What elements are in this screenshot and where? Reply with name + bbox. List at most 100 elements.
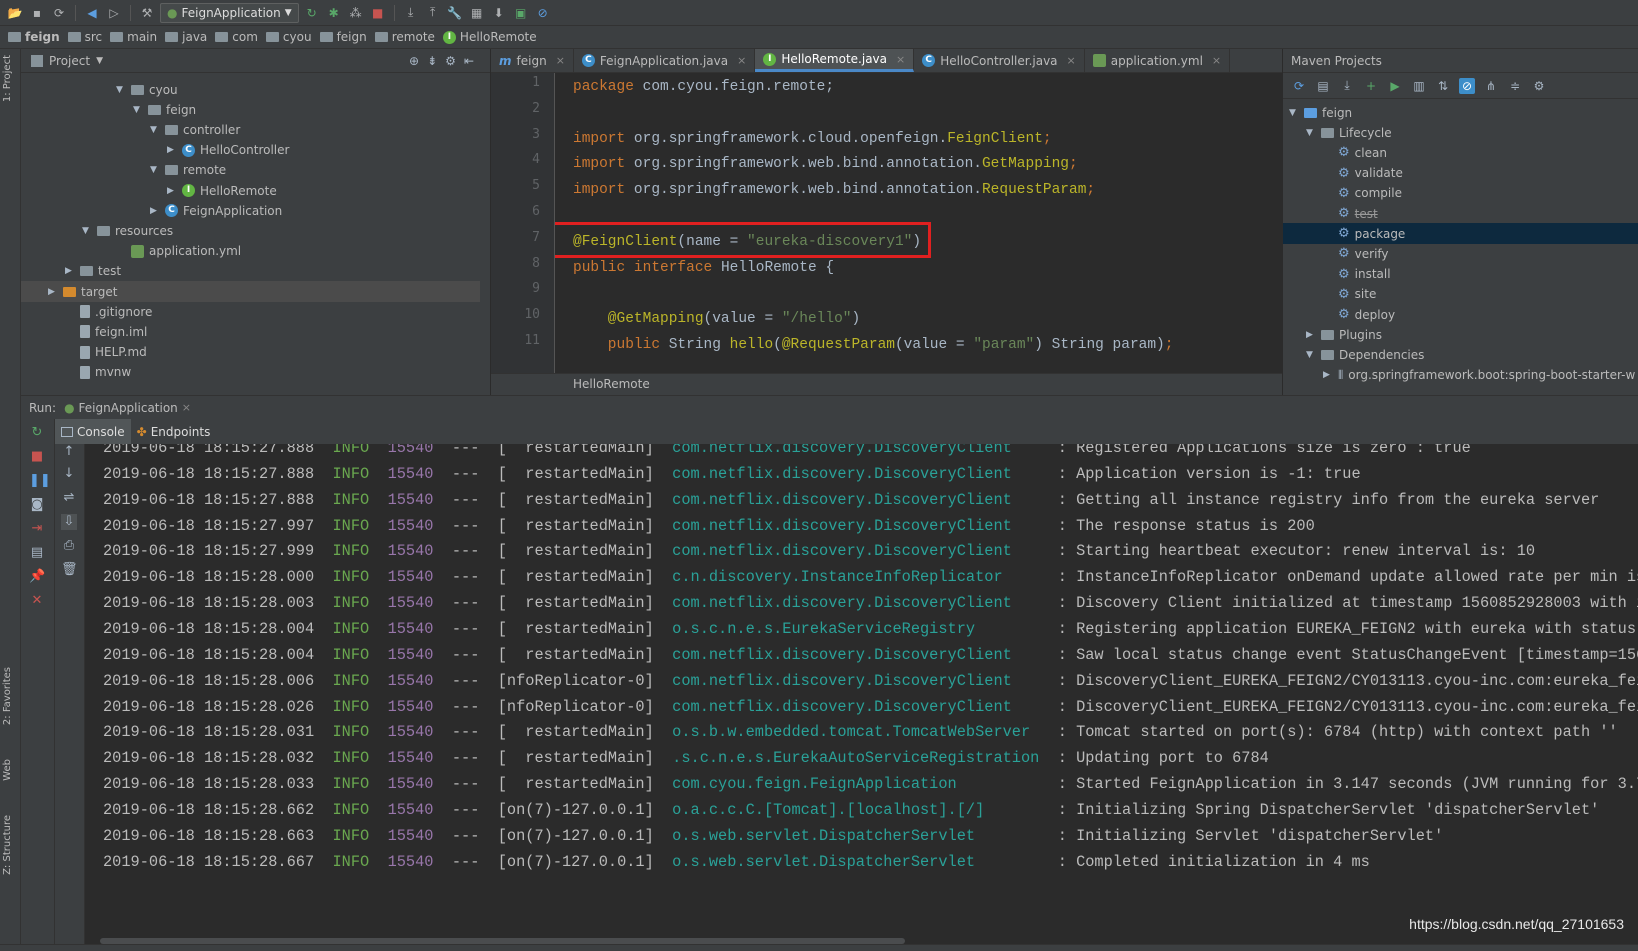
- close-icon[interactable]: ×: [1212, 54, 1221, 67]
- maven-tree-item[interactable]: ▶ ⦀ org.springframework.boot:spring-boot-s…: [1283, 365, 1635, 386]
- expanded-arrow-icon[interactable]: ▼: [133, 105, 143, 115]
- tree-item[interactable]: ▼ resources: [21, 220, 173, 241]
- breadcrumb-item[interactable]: main: [110, 30, 157, 44]
- tree-item[interactable]: feign.iml: [21, 321, 147, 342]
- web-tool-tab[interactable]: Web: [2, 759, 13, 781]
- toggle-offline-icon[interactable]: ⇅: [1435, 78, 1451, 94]
- collapsed-arrow-icon[interactable]: ▶: [48, 287, 58, 297]
- collapsed-arrow-icon[interactable]: ▶: [65, 266, 75, 276]
- tree-item[interactable]: ▼ cyou: [21, 79, 178, 100]
- hide-icon[interactable]: ⇤: [464, 54, 482, 68]
- gear-icon[interactable]: ⚙: [445, 54, 464, 68]
- run-config-tab[interactable]: ● FeignApplication ×: [64, 401, 191, 415]
- collapsed-arrow-icon[interactable]: ▶: [1323, 370, 1333, 380]
- close-icon[interactable]: ✕: [29, 593, 45, 609]
- favorites-tool-tab[interactable]: 2: Favorites: [2, 667, 13, 725]
- download-icon[interactable]: ⤓: [1339, 78, 1355, 94]
- maven-tree-item[interactable]: ⚙ deploy: [1283, 304, 1395, 325]
- sync-icon[interactable]: ⟳: [50, 4, 68, 22]
- build-icon[interactable]: ⚒: [138, 4, 156, 22]
- vcs-commit-icon[interactable]: ⤒: [424, 4, 442, 22]
- maven-tree-item[interactable]: ▶ Plugins: [1283, 324, 1382, 345]
- rerun-icon[interactable]: ↻: [303, 4, 321, 22]
- collapse-icon[interactable]: ≑: [1507, 78, 1523, 94]
- breadcrumb-item[interactable]: com: [215, 30, 258, 44]
- maven-tree-item[interactable]: ⚙ validate: [1283, 163, 1403, 184]
- maven-tree-item[interactable]: ⚙ compile: [1283, 183, 1402, 204]
- forward-icon[interactable]: ▷: [105, 4, 123, 22]
- collapsed-arrow-icon[interactable]: ▶: [150, 206, 160, 216]
- reimport-icon[interactable]: ⟳: [1291, 78, 1307, 94]
- editor-tab[interactable]: m feign ×: [491, 49, 574, 72]
- tree-item[interactable]: ▶ target: [21, 281, 480, 302]
- stop-icon[interactable]: ■: [369, 4, 387, 22]
- expanded-arrow-icon[interactable]: ▼: [1306, 350, 1316, 360]
- up-arrow-icon[interactable]: ↑: [61, 444, 77, 460]
- collapsed-arrow-icon[interactable]: ▶: [1306, 330, 1316, 340]
- tree-item[interactable]: ▶ C FeignApplication: [21, 200, 282, 221]
- breadcrumb-item[interactable]: feign: [8, 30, 60, 44]
- collapsed-arrow-icon[interactable]: ▶: [167, 145, 177, 155]
- structure-tool-tab[interactable]: Z: Structure: [2, 815, 13, 875]
- dependencies-diagram-icon[interactable]: ⋔: [1483, 78, 1499, 94]
- soft-wrap-icon[interactable]: ⇌: [61, 490, 77, 506]
- editor-tab[interactable]: C HelloController.java ×: [914, 49, 1085, 72]
- scroll-from-source-icon[interactable]: ⊕: [409, 54, 427, 68]
- maven-tree-item[interactable]: ⚙ install: [1283, 264, 1391, 285]
- breadcrumb-item[interactable]: feign: [319, 30, 367, 44]
- tree-item[interactable]: .gitignore: [21, 301, 152, 322]
- close-icon[interactable]: ×: [556, 54, 565, 67]
- breadcrumb-item[interactable]: I HelloRemote: [442, 30, 537, 44]
- project-structure-icon[interactable]: ▦: [468, 4, 486, 22]
- breadcrumb-item[interactable]: java: [165, 30, 207, 44]
- pause-icon[interactable]: ❚❚: [29, 473, 51, 489]
- collapse-all-icon[interactable]: ⇟: [427, 54, 445, 68]
- breadcrumb-item[interactable]: remote: [374, 30, 435, 44]
- tree-item[interactable]: ▼ controller: [21, 119, 240, 140]
- maven-tree-item[interactable]: ⚙ package: [1283, 223, 1638, 245]
- print-icon[interactable]: ⎙: [61, 538, 77, 554]
- tree-item[interactable]: mvnw: [21, 362, 131, 383]
- project-title[interactable]: Project: [49, 54, 90, 68]
- close-icon[interactable]: ×: [737, 54, 746, 67]
- coverage-icon[interactable]: ⁂: [347, 4, 365, 22]
- dump-threads-icon[interactable]: ◙: [29, 497, 45, 513]
- console-output[interactable]: 2019-06-18 18:15:27.888 INFO 15540 --- […: [85, 444, 1638, 944]
- code-editor[interactable]: package com.cyou.feign.remote; import org…: [555, 73, 1282, 373]
- down-arrow-icon[interactable]: ↓: [61, 466, 77, 482]
- maven-tree-item[interactable]: ⚙ site: [1283, 284, 1376, 305]
- breadcrumb-item[interactable]: cyou: [265, 30, 312, 44]
- run-config-select[interactable]: ● FeignApplication ▼: [160, 2, 299, 23]
- save-icon[interactable]: ▪: [28, 4, 46, 22]
- maven-tree-item[interactable]: ▼ Lifecycle: [1283, 122, 1392, 143]
- maven-settings-icon[interactable]: ⚙: [1531, 78, 1547, 94]
- debug-icon[interactable]: ✱: [325, 4, 343, 22]
- stop-icon[interactable]: ■: [29, 449, 45, 465]
- expanded-arrow-icon[interactable]: ▼: [150, 125, 160, 135]
- breadcrumb-item[interactable]: src: [67, 30, 102, 44]
- expanded-arrow-icon[interactable]: ▼: [116, 85, 126, 95]
- editor-tab[interactable]: application.yml ×: [1085, 49, 1231, 72]
- layout-icon[interactable]: ▤: [29, 545, 45, 561]
- chevron-down-icon[interactable]: ▼: [96, 56, 103, 66]
- tab-console[interactable]: Console: [55, 419, 131, 444]
- tree-item[interactable]: ▼ remote: [21, 160, 226, 181]
- editor-tab[interactable]: C FeignApplication.java ×: [574, 49, 756, 72]
- vcs-update-icon[interactable]: ⤓: [402, 4, 420, 22]
- expanded-arrow-icon[interactable]: ▼: [82, 226, 92, 236]
- skip-tests-icon[interactable]: ⊘: [1459, 77, 1475, 94]
- project-tool-tab[interactable]: 1: Project: [2, 55, 13, 102]
- maven-tree-item[interactable]: ▼ feign: [1283, 102, 1352, 123]
- editor-tab[interactable]: I HelloRemote.java ×: [755, 49, 915, 72]
- scroll-to-end-icon[interactable]: ⇩: [61, 514, 77, 530]
- tree-item[interactable]: HELP.md: [21, 342, 147, 363]
- block-icon[interactable]: ⊘: [534, 4, 552, 22]
- collapsed-arrow-icon[interactable]: ▶: [167, 186, 177, 196]
- maven-tree-item[interactable]: ⚙ test: [1283, 203, 1378, 224]
- vm-icon[interactable]: ▣: [512, 4, 530, 22]
- open-folder-icon[interactable]: 📂: [6, 4, 24, 22]
- back-icon[interactable]: ◀: [83, 4, 101, 22]
- rerun-icon[interactable]: ↻: [29, 425, 45, 441]
- sdk-icon[interactable]: ⬇: [490, 4, 508, 22]
- maven-tree-item[interactable]: ⚙ clean: [1283, 142, 1387, 163]
